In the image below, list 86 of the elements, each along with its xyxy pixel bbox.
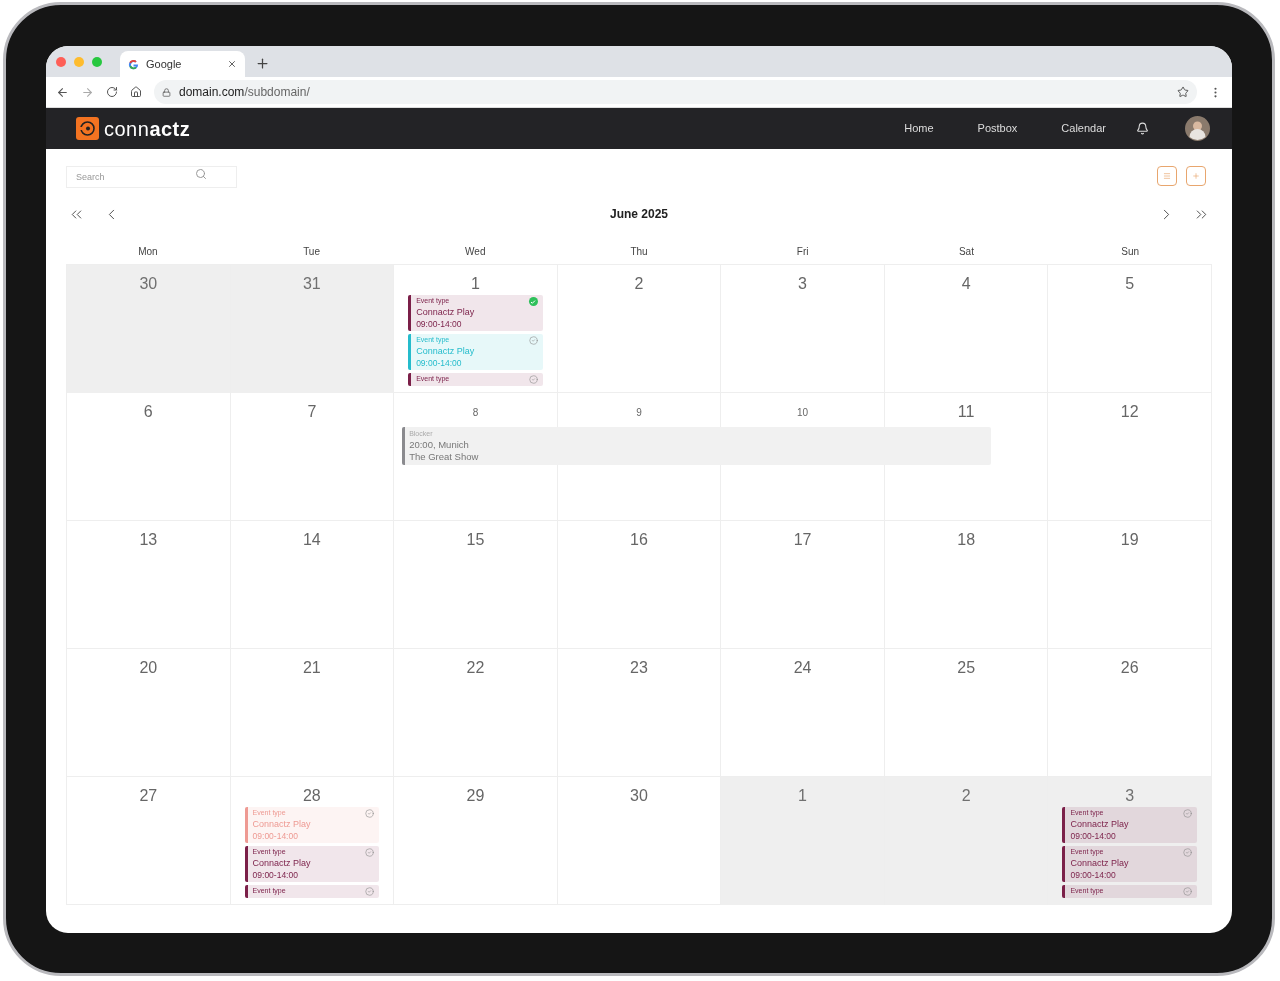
home-icon[interactable] [130,86,142,98]
reload-icon[interactable] [106,86,118,98]
event-time: 09:00-14:00 [416,318,463,329]
logo-icon [76,117,99,140]
weekday-label: Mon [138,244,158,259]
event-title: Connactz Play [252,858,312,869]
day-number[interactable]: 5 [1125,276,1135,292]
avatar[interactable] [1185,116,1210,141]
weekday-label: Wed [465,244,486,259]
event-title: Connactz Play [1070,858,1130,869]
day-number[interactable]: 1 [470,276,480,292]
event-title: Connactz Play [252,819,312,830]
close-icon[interactable] [227,59,237,69]
new-tab-icon[interactable] [255,56,270,71]
day-cell[interactable]: 1 [721,777,885,905]
day-cell[interactable]: 2 [884,777,1049,905]
day-number[interactable]: 29 [466,788,485,804]
plus-icon [1192,171,1200,180]
day-number[interactable]: 3 [798,276,807,292]
event-time: 09:00-14:00 [252,869,299,880]
event-title: Connactz Play [1070,819,1130,830]
day-cell[interactable]: 31 [230,265,395,393]
day-number[interactable]: 31 [302,276,321,292]
weekday-label: Thu [630,244,648,259]
back-icon[interactable] [56,85,69,99]
day-number[interactable]: 12 [1120,404,1139,420]
event-time: 09:00-14:00 [252,830,299,841]
day-number[interactable]: 24 [793,660,812,676]
day-number[interactable]: 28 [302,788,321,804]
search-field[interactable]: Search [66,166,237,188]
day-number[interactable]: 11 [957,404,975,420]
day-number[interactable]: 25 [957,660,976,676]
day-number[interactable]: 17 [793,532,812,548]
event-title: Connactz Play [416,307,476,318]
day-number[interactable]: 19 [1120,532,1139,548]
day-number[interactable]: 8 [472,408,479,418]
day-number[interactable]: 30 [630,788,648,804]
day-number[interactable]: 21 [302,660,321,676]
event-time: 09:00-14:00 [1070,869,1117,880]
lock-icon [162,87,171,97]
logo-text: connactz [104,116,191,142]
search-icon[interactable] [195,168,207,180]
day-cell[interactable]: 30 [67,265,231,393]
day-number[interactable]: 30 [139,276,158,292]
day-number[interactable]: 3 [1125,788,1135,804]
notification-bell-icon[interactable] [1136,122,1149,135]
day-number[interactable]: 13 [139,532,158,548]
day-number[interactable]: 1 [798,788,807,804]
browser-tab[interactable]: Google [120,51,245,77]
day-number[interactable]: 6 [143,404,153,420]
blocker-text: 20:00, Munich [409,438,470,451]
event-time: 09:00-14:00 [416,357,463,368]
day-number[interactable]: 20 [139,660,158,676]
bookmark-star-icon[interactable] [1177,86,1189,98]
day-number[interactable]: 9 [636,408,642,418]
day-number[interactable]: 10 [797,408,809,418]
day-number[interactable]: 2 [961,788,971,804]
day-number[interactable]: 22 [466,660,485,676]
day-number[interactable]: 4 [961,276,971,292]
day-number[interactable]: 23 [630,660,648,676]
nav-link[interactable]: Calendar [1061,120,1106,137]
g-logo-icon [128,58,139,70]
day-number[interactable]: 2 [634,276,644,292]
weekday-label: Sat [958,244,974,259]
weekday-label: Tue [303,244,320,259]
day-number[interactable]: 26 [1120,660,1139,676]
day-number[interactable]: 7 [307,404,317,420]
list-icon [1163,171,1171,180]
nav-link[interactable]: Home [904,120,934,137]
day-number[interactable]: 18 [957,532,976,548]
day-number[interactable]: 16 [630,532,648,548]
event-title: Connactz Play [416,346,476,357]
day-number[interactable]: 15 [466,532,485,548]
url-text: domain.com/subdomain/ [179,84,310,101]
month-title: June 2025 [608,206,669,223]
blocker-text: The Great Show [409,450,479,463]
tab-title: Google [146,56,183,72]
day-number[interactable]: 14 [302,532,321,548]
forward-icon[interactable] [81,85,94,99]
close-window-icon[interactable] [56,56,66,67]
event-time: 09:00-14:00 [1070,830,1117,841]
nav-link[interactable]: Postbox [977,120,1018,137]
day-number[interactable]: 27 [139,788,158,804]
address-field[interactable]: domain.com/subdomain/ [154,80,1197,104]
weekday-label: Sun [1121,244,1140,259]
weekday-label: Fri [796,244,809,259]
